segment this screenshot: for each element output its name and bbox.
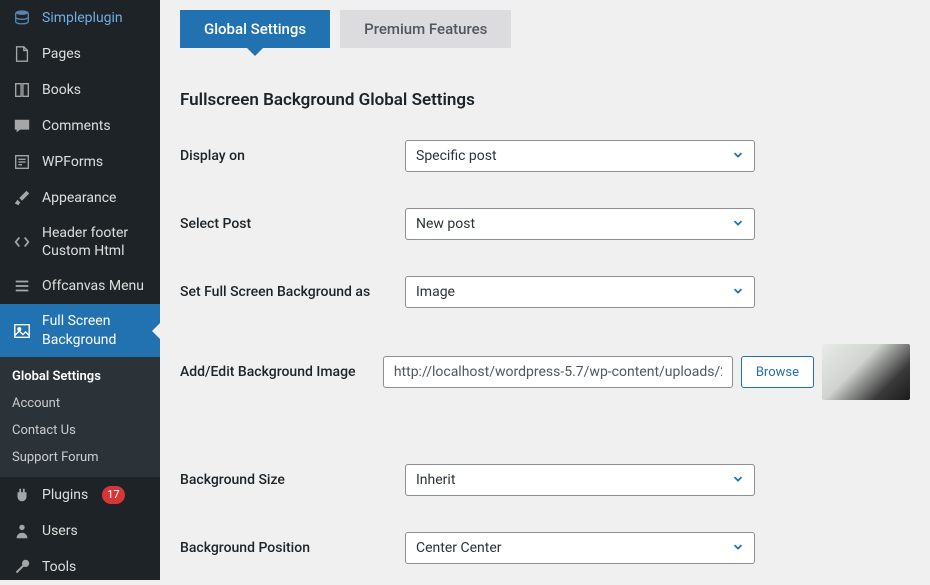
label-bg-position: Background Position xyxy=(180,540,405,556)
menu-label: Header footer Custom Html xyxy=(42,224,152,260)
menu-label: Pages xyxy=(42,45,81,63)
label-bg-as: Set Full Screen Background as xyxy=(180,284,405,300)
plug-icon xyxy=(12,485,32,505)
sidebar-item-books[interactable]: Books xyxy=(0,72,160,108)
tabs: Global Settings Premium Features xyxy=(180,10,910,48)
label-display-on: Display on xyxy=(180,148,405,164)
menu-label: Simpleplugin xyxy=(42,9,123,27)
row-bg-as: Set Full Screen Background as Image xyxy=(180,258,910,326)
update-badge: 17 xyxy=(102,486,124,504)
menu-label: Plugins xyxy=(42,486,88,504)
submenu-item-support[interactable]: Support Forum xyxy=(0,444,160,471)
select-bg-as[interactable]: Image xyxy=(405,276,755,308)
image-icon xyxy=(12,321,32,341)
menu-icon xyxy=(12,276,32,296)
menu-label: Books xyxy=(42,81,81,99)
sidebar-item-comments[interactable]: Comments xyxy=(0,108,160,144)
menu-label: Comments xyxy=(42,117,111,135)
select-display-on[interactable]: Specific post xyxy=(405,140,755,172)
wrench-icon xyxy=(12,557,32,577)
label-bg-size: Background Size xyxy=(180,472,405,488)
main-content: Global Settings Premium Features Fullscr… xyxy=(160,0,930,580)
admin-sidebar: Simpleplugin Pages Books Comments WPForm… xyxy=(0,0,160,580)
sidebar-item-offcanvas[interactable]: Offcanvas Menu xyxy=(0,268,160,304)
comment-icon xyxy=(12,116,32,136)
menu-label: Appearance xyxy=(42,189,116,207)
user-icon xyxy=(12,521,32,541)
menu-label: Tools xyxy=(42,558,76,576)
select-bg-position[interactable]: Center Center xyxy=(405,532,755,564)
select-post[interactable]: New post xyxy=(405,208,755,240)
submenu-item-global-settings[interactable]: Global Settings xyxy=(0,363,160,390)
section-title: Fullscreen Background Global Settings xyxy=(180,90,910,110)
browse-button[interactable]: Browse xyxy=(741,356,814,388)
tab-premium-features[interactable]: Premium Features xyxy=(340,10,511,48)
menu-label: Offcanvas Menu xyxy=(42,277,144,295)
sidebar-item-wpforms[interactable]: WPForms xyxy=(0,144,160,180)
sidebar-item-plugins[interactable]: Plugins 17 xyxy=(0,477,160,513)
bg-image-thumbnail xyxy=(822,344,910,400)
row-bg-size: Background Size Inherit xyxy=(180,446,910,514)
label-bg-image: Add/Edit Background Image xyxy=(180,364,383,380)
tab-global-settings[interactable]: Global Settings xyxy=(180,10,330,48)
page-icon xyxy=(12,44,32,64)
submenu: Global Settings Account Contact Us Suppo… xyxy=(0,357,160,477)
input-bg-image-url[interactable] xyxy=(383,356,733,388)
menu-label: WPForms xyxy=(42,153,103,171)
row-bg-position: Background Position Center Center xyxy=(180,514,910,580)
select-bg-size[interactable]: Inherit xyxy=(405,464,755,496)
brush-icon xyxy=(12,188,32,208)
menu-label: Users xyxy=(42,522,78,540)
menu-label: Full Screen Background xyxy=(42,312,152,348)
row-select-post: Select Post New post xyxy=(180,190,910,258)
sidebar-item-users[interactable]: Users xyxy=(0,513,160,549)
sidebar-item-appearance[interactable]: Appearance xyxy=(0,180,160,216)
sidebar-item-pages[interactable]: Pages xyxy=(0,36,160,72)
sidebar-item-fullscreen-bg[interactable]: Full Screen Background xyxy=(0,304,160,356)
code-icon xyxy=(12,232,32,252)
database-icon xyxy=(12,8,32,28)
submenu-item-account[interactable]: Account xyxy=(0,390,160,417)
label-select-post: Select Post xyxy=(180,216,405,232)
sidebar-item-simpleplugin[interactable]: Simpleplugin xyxy=(0,0,160,36)
row-display-on: Display on Specific post xyxy=(180,122,910,190)
form-icon xyxy=(12,152,32,172)
book-icon xyxy=(12,80,32,100)
row-bg-image: Add/Edit Background Image Browse xyxy=(180,326,910,418)
submenu-item-contact[interactable]: Contact Us xyxy=(0,417,160,444)
sidebar-item-tools[interactable]: Tools xyxy=(0,549,160,585)
sidebar-item-header-footer[interactable]: Header footer Custom Html xyxy=(0,216,160,268)
